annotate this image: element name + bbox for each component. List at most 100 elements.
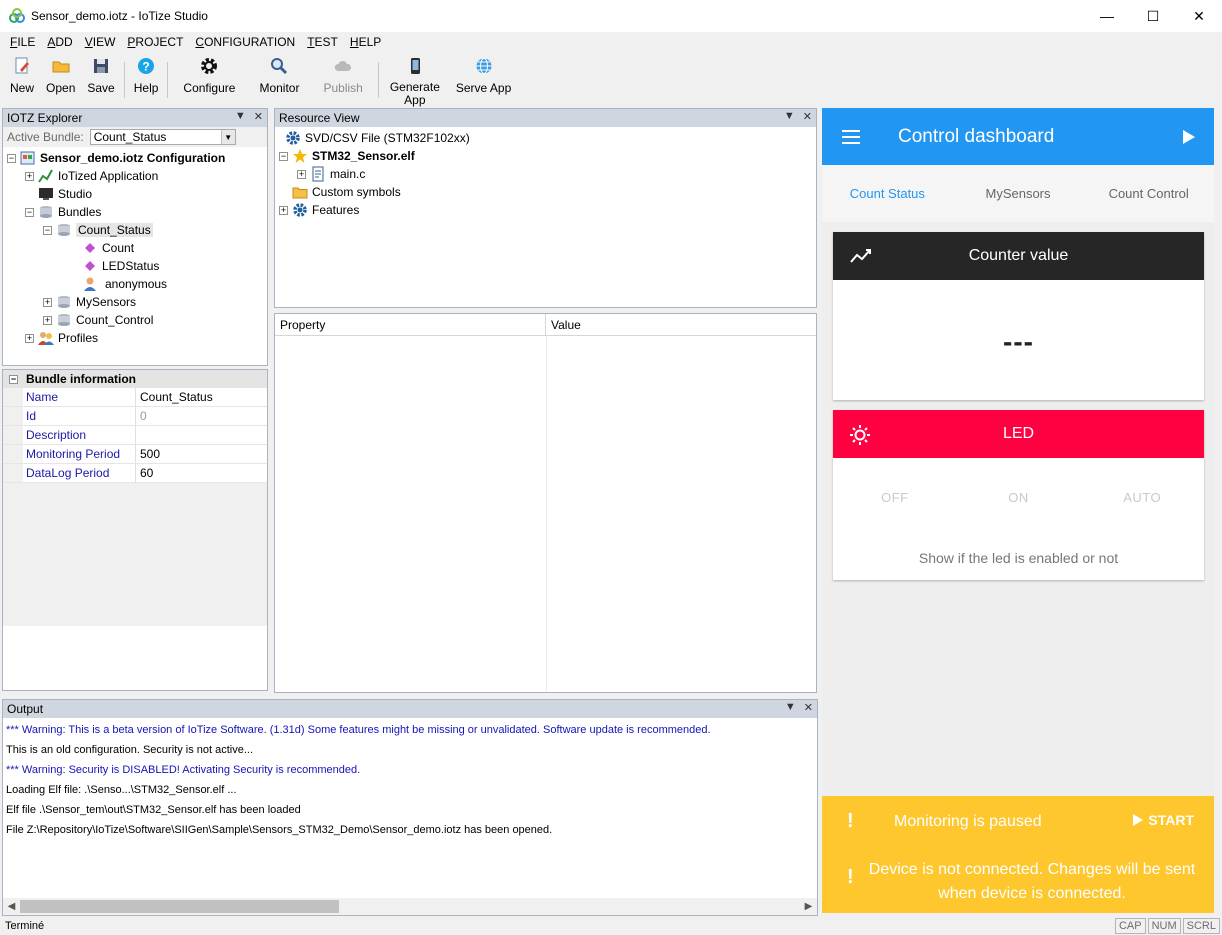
horizontal-scrollbar[interactable]: ◀ ▶ (3, 898, 817, 915)
tree-item-bundles[interactable]: − Bundles (3, 203, 267, 221)
menu-test[interactable]: TEST (301, 35, 344, 49)
menu-view[interactable]: VIEW (79, 35, 122, 49)
open-button[interactable]: Open (40, 52, 81, 95)
panel-header: Output ▼ ✕ (3, 700, 817, 718)
play-icon[interactable] (1182, 129, 1196, 145)
generate-app-button[interactable]: Generate App (382, 52, 448, 107)
tree-item-root[interactable]: − Sensor_demo.iotz Configuration (3, 149, 267, 167)
tab-count-control[interactable]: Count Control (1083, 186, 1214, 201)
status-bar: Terminé CAP NUM SCRL (0, 917, 1222, 935)
menu-help[interactable]: HELP (344, 35, 387, 49)
tree-item-count-status[interactable]: − Count_Status (3, 221, 267, 239)
property-row[interactable]: Name Count_Status (3, 388, 267, 407)
maximize-icon[interactable]: ☐ (1130, 0, 1176, 32)
property-row[interactable]: Id 0 (3, 407, 267, 426)
help-icon: ? (138, 58, 155, 74)
expand-icon[interactable]: + (43, 297, 52, 307)
tree-item-count-control[interactable]: + Count_Control (3, 311, 267, 329)
folder-icon (52, 61, 70, 73)
variable-icon (85, 261, 95, 271)
close-icon[interactable]: ✕ (803, 110, 812, 123)
close-icon[interactable]: ✕ (804, 701, 813, 714)
close-icon[interactable]: ✕ (254, 110, 263, 123)
collapse-icon[interactable]: − (7, 153, 16, 163)
expand-icon[interactable]: + (279, 205, 288, 215)
log-line: Loading Elf file: .\Senso...\STM32_Senso… (6, 784, 237, 796)
property-row[interactable]: Description (3, 426, 267, 445)
led-on-button[interactable]: ON (957, 490, 1081, 505)
expand-icon[interactable]: + (25, 171, 34, 181)
resource-item-elf[interactable]: − STM32_Sensor.elf (275, 147, 816, 165)
tree-item-studio[interactable]: Studio (3, 185, 267, 203)
tree-item-mysensors[interactable]: + MySensors (3, 293, 267, 311)
collapse-icon[interactable]: − (279, 151, 288, 161)
collapse-icon[interactable]: − (9, 374, 18, 384)
scroll-left-icon[interactable]: ◀ (3, 901, 20, 912)
app-logo-icon (9, 8, 25, 23)
expand-icon[interactable]: + (25, 333, 34, 343)
expand-icon[interactable]: + (297, 169, 306, 179)
expand-icon[interactable]: + (43, 315, 52, 325)
collapse-icon[interactable]: − (43, 225, 52, 235)
resource-item-custom-symbols[interactable]: Custom symbols (275, 183, 816, 201)
new-button[interactable]: New (4, 52, 40, 95)
tree-item-count[interactable]: Count (3, 239, 267, 257)
value-column-header[interactable]: Value (546, 314, 581, 335)
gear-icon (293, 203, 307, 217)
pin-icon[interactable]: ▼ (235, 110, 246, 123)
help-button[interactable]: ? Help (128, 52, 165, 95)
active-bundle-select[interactable]: Count_Status ▼ (89, 129, 236, 145)
menu-configuration[interactable]: CONFIGURATION (189, 35, 301, 49)
properties-header: Property Value (275, 314, 816, 336)
tab-count-status[interactable]: Count Status (822, 186, 953, 201)
save-button[interactable]: Save (81, 52, 120, 95)
panel-header: Resource View ▼ ✕ (275, 109, 816, 127)
tab-mysensors[interactable]: MySensors (953, 186, 1084, 201)
start-button[interactable]: START (1132, 812, 1194, 828)
menu-project[interactable]: PROJECT (121, 35, 189, 49)
led-card: LED OFF ON AUTO Show if the led is enabl… (833, 410, 1204, 580)
dashboard-app-bar: Control dashboard (822, 108, 1214, 165)
property-row[interactable]: DataLog Period 60 (3, 464, 267, 483)
play-icon (1133, 814, 1144, 826)
connection-warning-banner: ! Monitoring is paused START ! Device is… (822, 796, 1214, 913)
configure-button[interactable]: Configure (171, 52, 247, 95)
variable-icon (85, 243, 95, 253)
monitor-button[interactable]: Monitor (247, 52, 311, 95)
led-off-button[interactable]: OFF (833, 490, 957, 505)
menu-add[interactable]: ADD (41, 35, 78, 49)
serve-app-button[interactable]: Serve App (448, 52, 519, 95)
tree-item-iotized-application[interactable]: + IoTized Application (3, 167, 267, 185)
properties-panel: Property Value (274, 313, 817, 693)
tree-item-anonymous[interactable]: anonymous (3, 275, 267, 293)
bundle-information-panel: − Bundle information Name Count_Status Id… (2, 369, 268, 691)
magnifier-icon (271, 58, 288, 75)
bundle-information-header[interactable]: − Bundle information (3, 370, 267, 388)
tree-item-profiles[interactable]: + Profiles (3, 329, 267, 347)
resource-item-svd[interactable]: SVD/CSV File (STM32F102xx) (275, 129, 816, 147)
card-header: Counter value (833, 232, 1204, 280)
led-auto-button[interactable]: AUTO (1080, 490, 1204, 505)
user-icon (84, 277, 96, 291)
publish-button[interactable]: Publish (311, 52, 374, 95)
close-icon[interactable]: ✕ (1176, 0, 1222, 32)
tree-item-ledstatus[interactable]: LEDStatus (3, 257, 267, 275)
configuration-icon (20, 151, 35, 165)
resource-item-main-c[interactable]: + main.c (275, 165, 816, 183)
scroll-right-icon[interactable]: ▶ (800, 901, 817, 912)
minimize-icon[interactable]: — (1084, 0, 1130, 32)
pin-icon[interactable]: ▼ (784, 110, 795, 123)
menu-file[interactable]: FILE (4, 35, 41, 49)
property-row[interactable]: Monitoring Period 500 (3, 445, 267, 464)
pin-icon[interactable]: ▼ (785, 701, 796, 714)
scrollbar-thumb[interactable] (20, 900, 339, 913)
log-line: Elf file .\Sensor_tem\out\STM32_Sensor.e… (6, 804, 301, 816)
collapse-icon[interactable]: − (25, 207, 34, 217)
active-bundle-row: Active Bundle: Count_Status ▼ (3, 127, 267, 147)
property-column-header[interactable]: Property (275, 314, 546, 335)
window-title: Sensor_demo.iotz - IoTize Studio (31, 9, 208, 23)
resource-item-features[interactable]: + Features (275, 201, 816, 219)
bundles-icon (40, 206, 52, 218)
hamburger-menu-icon[interactable] (842, 129, 860, 144)
menu-bar: FILE ADD VIEW PROJECT CONFIGURATION TEST… (0, 32, 1222, 52)
